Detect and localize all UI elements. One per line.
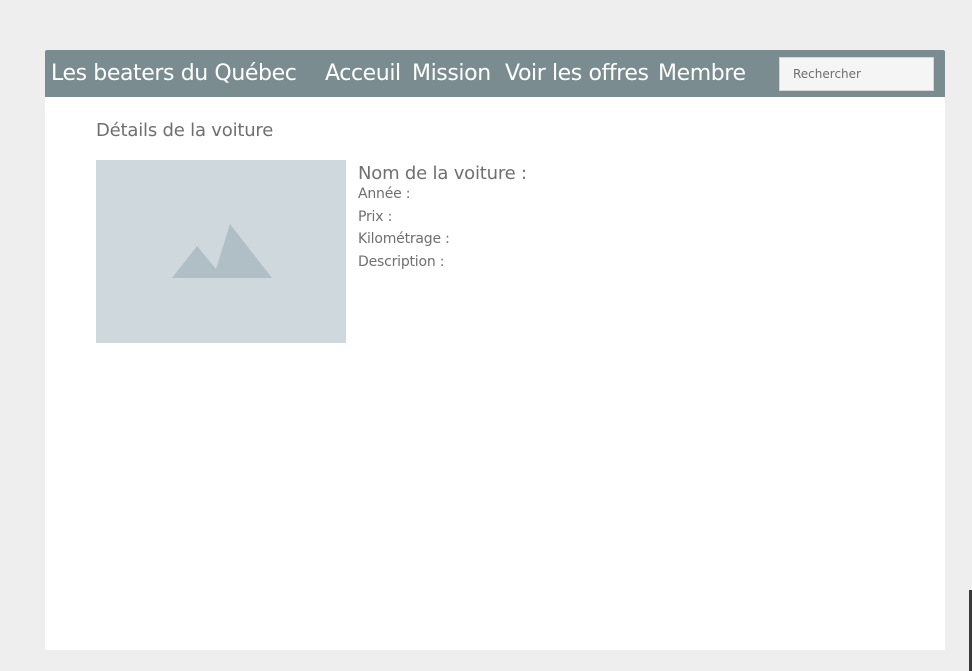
car-name-label: Nom de la voiture : — [358, 163, 527, 184]
car-price-label: Prix : — [358, 209, 393, 225]
car-image-placeholder — [96, 160, 346, 343]
navbar: Les beaters du Québec Acceuil Mission Vo… — [45, 50, 945, 97]
site-brand[interactable]: Les beaters du Québec — [51, 60, 297, 88]
car-description-label: Description : — [358, 254, 445, 270]
nav-link-membre[interactable]: Membre — [658, 60, 746, 88]
nav-link-mission[interactable]: Mission — [412, 60, 491, 88]
page-frame: Les beaters du Québec Acceuil Mission Vo… — [45, 50, 945, 650]
nav-link-acceuil[interactable]: Acceuil — [325, 60, 401, 88]
nav-link-voir-les-offres[interactable]: Voir les offres — [505, 60, 649, 88]
page-title: Détails de la voiture — [96, 120, 274, 141]
car-year-label: Année : — [358, 186, 411, 202]
car-mileage-label: Kilométrage : — [358, 231, 450, 247]
mountain-image-placeholder-icon — [172, 224, 272, 278]
search-input[interactable] — [779, 57, 934, 91]
